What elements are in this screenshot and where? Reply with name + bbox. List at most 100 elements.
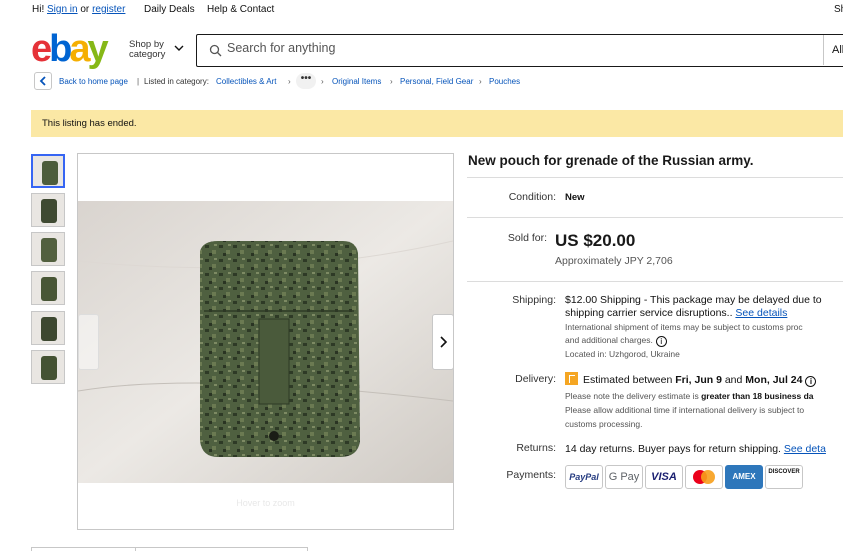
search-input[interactable] <box>227 41 787 55</box>
logo-letter-b: b <box>49 28 72 70</box>
shipping-label: Shipping: <box>512 294 556 306</box>
shipping-delay-text: shipping carrier service disruptions.. <box>565 307 733 319</box>
or-text: or <box>80 4 90 15</box>
visa-icon: VISA <box>645 465 683 489</box>
see-details-link[interactable]: See details <box>735 307 787 319</box>
back-button[interactable] <box>34 72 52 90</box>
approx-price: Approximately JPY 2,706 <box>555 255 673 267</box>
breadcrumb-divider: | <box>137 77 140 86</box>
listing-ended-text: This listing has ended. <box>42 118 137 129</box>
greeting: Hi! Sign in or register <box>32 4 125 15</box>
thumbnail-image <box>41 277 57 301</box>
chevron-down-icon <box>174 45 184 51</box>
payments-label: Payments: <box>506 469 556 481</box>
delivery-estimate: Estimated between Fri, Jun 9 and Mon, Ju… <box>565 372 817 387</box>
previous-image-button[interactable] <box>78 314 99 370</box>
shop-by-line2: category <box>129 49 166 60</box>
help-contact-link[interactable]: Help & Contact <box>207 4 274 15</box>
daily-deals-link[interactable]: Daily Deals <box>144 4 195 15</box>
breadcrumb-more-button[interactable]: ••• <box>296 73 316 89</box>
back-to-home-link[interactable]: Back to home page <box>59 77 128 86</box>
chevron-right-icon: › <box>479 77 482 86</box>
thumbnail-image <box>41 317 57 341</box>
sign-in-link[interactable]: Sign in <box>47 4 78 15</box>
breadcrumb-item-field-gear[interactable]: Personal, Field Gear <box>400 77 473 86</box>
returns-details-link[interactable]: See deta <box>784 443 826 455</box>
shipping-delay-note: shipping carrier service disruptions.. S… <box>565 307 787 319</box>
delivery-note-text: Please note the delivery estimate is <box>565 391 699 401</box>
search-icon <box>209 44 222 57</box>
hover-to-zoom-hint: Hover to zoom <box>236 498 295 508</box>
logo-letter-y: y <box>87 28 109 70</box>
sold-price: US $20.00 <box>555 231 636 250</box>
mastercard-icon <box>685 465 723 489</box>
thumbnail-image <box>41 356 57 380</box>
register-link[interactable]: register <box>92 4 125 15</box>
thumbnail-3[interactable] <box>31 232 65 266</box>
divider <box>467 217 843 218</box>
thumbnail-4[interactable] <box>31 271 65 305</box>
thumbnail-6[interactable] <box>31 350 65 384</box>
chevron-right-icon: › <box>390 77 393 86</box>
thumbnail-image <box>41 199 57 223</box>
shipping-cost: $12.00 Shipping - This package may be de… <box>565 294 822 306</box>
delivery-date-end: Mon, Jul 24 <box>745 374 803 386</box>
breadcrumb-item-collectibles[interactable]: Collectibles & Art <box>216 77 276 86</box>
main-image-viewer[interactable]: Hover to zoom <box>77 153 454 530</box>
mastercard-logo <box>693 470 715 484</box>
info-icon[interactable]: i <box>805 376 817 387</box>
shop-by-category-button[interactable]: Shop by category <box>129 40 184 60</box>
delivery-text: Estimated between <box>583 374 673 386</box>
customs-note: International shipment of items may be s… <box>565 322 803 332</box>
paypal-icon: PayPal <box>565 465 603 489</box>
chevron-left-icon <box>39 76 46 86</box>
logo-letter-a: a <box>69 28 90 70</box>
search-bar: All <box>196 34 843 67</box>
breadcrumb-item-original-items[interactable]: Original Items <box>332 77 381 86</box>
customs-note-text: and additional charges. <box>565 335 653 345</box>
ship-to-link[interactable]: Sh <box>834 4 843 15</box>
amex-icon: AMEX <box>725 465 763 489</box>
returns-text: 14 day returns. Buyer pays for return sh… <box>565 443 781 455</box>
chevron-right-icon: › <box>321 77 324 86</box>
next-image-button[interactable] <box>432 314 453 370</box>
breadcrumb-item-pouches[interactable]: Pouches <box>489 77 520 86</box>
customs-note-2: and additional charges. i <box>565 335 667 347</box>
delivery-note-3: customs processing. <box>565 419 643 429</box>
condition-label: Condition: <box>508 191 556 203</box>
divider <box>467 281 843 282</box>
delivery-date-start: Fri, Jun 9 <box>675 374 722 386</box>
delivery-note-1: Please note the delivery estimate is gre… <box>565 391 814 401</box>
top-bar: Hi! Sign in or register Daily Deals Help… <box>0 0 843 22</box>
delivery-and: and <box>724 374 743 386</box>
info-icon[interactable]: i <box>655 336 667 347</box>
product-photo <box>78 201 453 483</box>
returns-policy: 14 day returns. Buyer pays for return sh… <box>565 443 826 455</box>
google-pay-icon: G Pay <box>605 465 643 489</box>
divider <box>467 177 843 178</box>
all-categories-select[interactable]: All <box>832 44 843 56</box>
ebay-logo[interactable]: ebay <box>31 28 109 70</box>
logo-letter-e: e <box>31 28 52 70</box>
thumbnail-2[interactable] <box>31 193 65 227</box>
thumbnail-5[interactable] <box>31 311 65 345</box>
delivery-note-bold: greater than 18 business da <box>701 391 814 401</box>
item-location: Located in: Uzhgorod, Ukraine <box>565 349 680 359</box>
listed-in-label: Listed in category: <box>144 77 209 86</box>
thumbnail-image <box>42 161 58 185</box>
search-divider <box>823 35 824 65</box>
chevron-right-icon: › <box>288 77 291 86</box>
delivery-label: Delivery: <box>515 373 556 385</box>
greeting-prefix: Hi! <box>32 4 45 15</box>
condition-value: New <box>565 192 585 203</box>
chevron-right-icon <box>440 336 448 348</box>
description-tabs[interactable] <box>31 547 308 551</box>
flag-icon <box>565 372 578 385</box>
delivery-note-2: Please allow additional time if internat… <box>565 405 805 415</box>
listing-title: New pouch for grenade of the Russian arm… <box>468 153 754 168</box>
sold-for-label: Sold for: <box>507 232 547 244</box>
returns-label: Returns: <box>516 442 556 454</box>
thumbnail-image <box>41 238 57 262</box>
thumbnail-1[interactable] <box>31 154 65 188</box>
discover-icon: DISCOVER <box>765 465 803 489</box>
